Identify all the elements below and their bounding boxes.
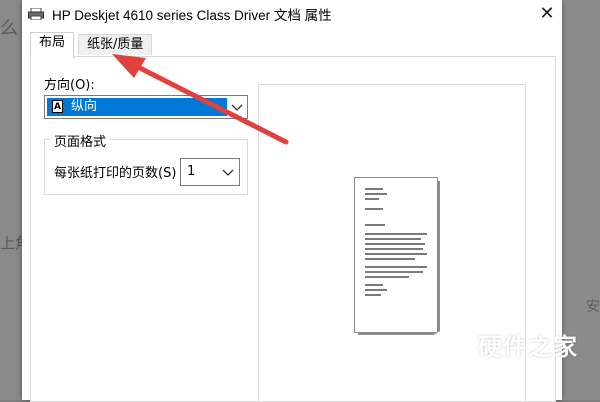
chevron-down-icon [222, 169, 234, 176]
watermark-logo-icon [431, 325, 469, 369]
pages-per-sheet-dropdown[interactable]: 1 [180, 158, 240, 186]
text-line [365, 294, 381, 296]
pages-per-sheet-value: 1 [187, 164, 196, 179]
watermark: 硬件之家 YING JIAN ZHI JIA.COM [430, 325, 590, 385]
orientation-dropdown[interactable]: A 纵向 [44, 95, 248, 119]
portrait-icon: A [52, 100, 63, 113]
text-line [365, 258, 415, 260]
text-line [365, 276, 409, 278]
close-button[interactable]: ✕ [534, 2, 560, 26]
tab-layout[interactable]: 布局 [30, 32, 75, 58]
chevron-down-icon [231, 104, 243, 111]
title-bar: HP Deskjet 4610 series Class Driver 文档 属… [22, 0, 562, 30]
text-line [365, 243, 425, 245]
text-line [365, 284, 383, 286]
pages-per-sheet-label: 每张纸打印的页数(S) [54, 166, 177, 181]
window-title: HP Deskjet 4610 series Class Driver 文档 属… [52, 8, 332, 23]
orientation-label: 方向(O): [44, 78, 95, 93]
text-line [365, 198, 379, 200]
page-format-group-title: 页面格式 [50, 131, 111, 150]
text-line [365, 289, 387, 291]
background-text-fragment: 么 [0, 18, 18, 39]
orientation-selected-item: A 纵向 [47, 98, 227, 116]
text-line [365, 193, 387, 195]
background-text-fragment: 安 [586, 299, 600, 315]
text-line [365, 271, 423, 273]
text-line [365, 233, 427, 235]
text-line [365, 248, 423, 250]
printer-icon [28, 8, 44, 20]
text-line [365, 224, 385, 226]
text-line [365, 253, 427, 255]
text-line [365, 238, 421, 240]
page-preview [354, 177, 438, 333]
watermark-subtitle: YING JIAN ZHI JIA.COM [432, 367, 542, 376]
text-line [365, 208, 383, 210]
watermark-title: 硬件之家 [478, 333, 578, 361]
orientation-value: 纵向 [71, 99, 98, 114]
text-line [365, 188, 383, 190]
tab-paper-quality[interactable]: 纸张/质量 [78, 34, 153, 55]
text-line [365, 266, 427, 268]
